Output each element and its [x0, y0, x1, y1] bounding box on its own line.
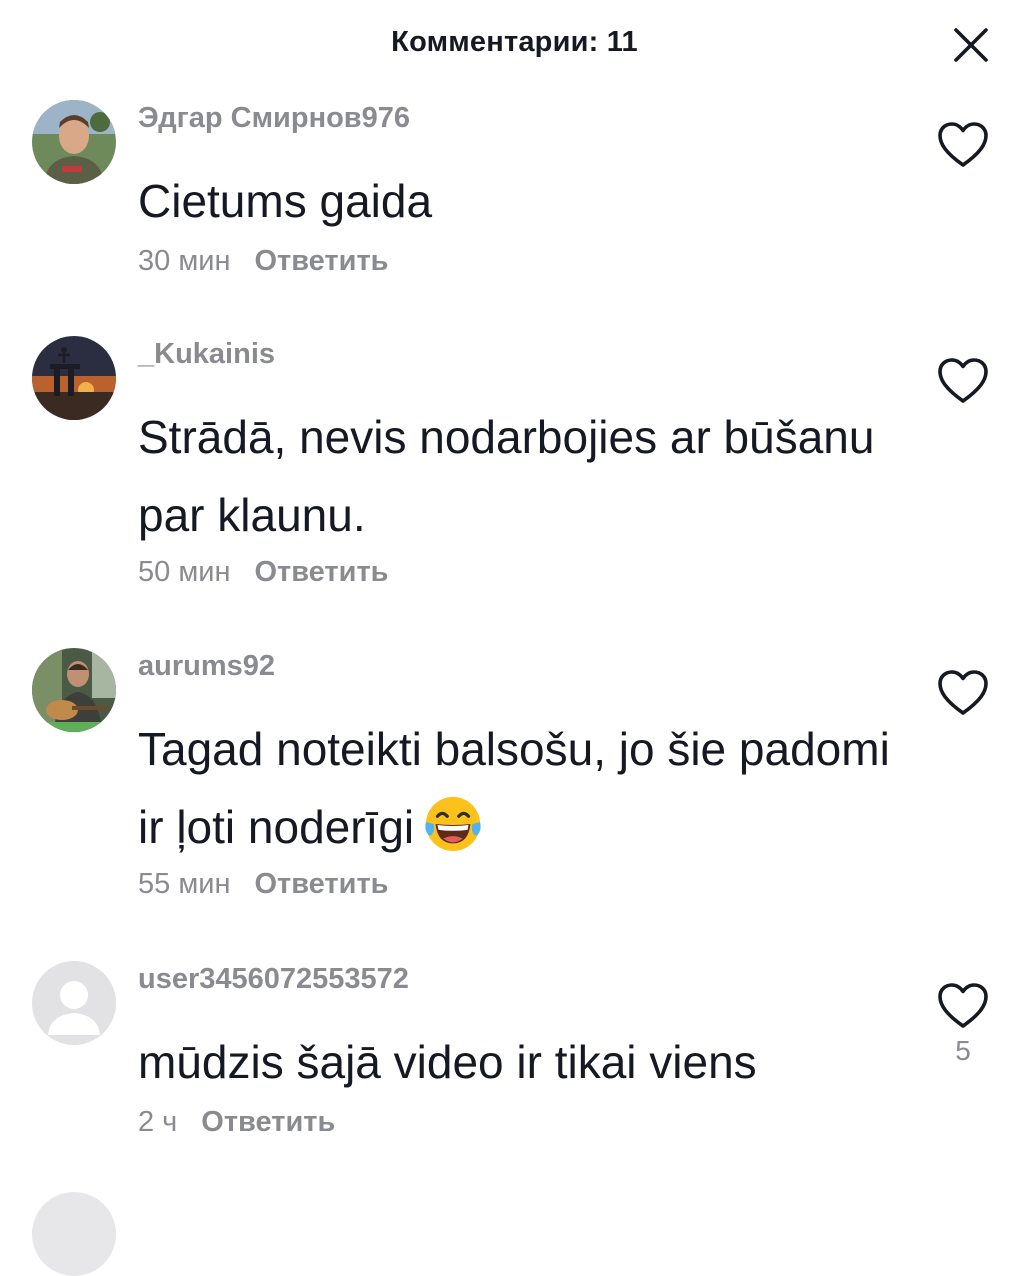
heart-icon — [938, 358, 988, 403]
face-with-tears-of-joy-icon — [425, 796, 481, 852]
comment-meta: 2 ч Ответить — [138, 1106, 335, 1139]
avatar[interactable] — [32, 100, 116, 184]
like-count: 5 — [955, 1035, 971, 1066]
reply-button[interactable]: Ответить — [254, 245, 388, 277]
comments-title: Комментарии: 11 — [391, 26, 638, 58]
heart-icon — [938, 983, 988, 1028]
comment-text: mūdzis šajā video ir tikai viens — [138, 1036, 757, 1088]
like-button[interactable] — [936, 668, 990, 718]
reply-button[interactable]: Ответить — [254, 556, 388, 588]
comment-username[interactable]: aurums92 — [138, 650, 275, 683]
reply-button[interactable]: Ответить — [254, 868, 388, 900]
like-button[interactable] — [936, 356, 990, 406]
comment-time: 50 мин — [138, 556, 231, 588]
comment-username[interactable]: Эдгар Смирнов976 — [138, 102, 410, 135]
heart-icon — [938, 122, 988, 167]
comment-time: 2 ч — [138, 1106, 178, 1138]
like-button[interactable] — [936, 981, 990, 1031]
comments-header: Комментарии: 11 — [0, 0, 1029, 90]
comment-meta: 50 мин Ответить — [138, 556, 388, 589]
comment-text-content: Tagad noteikti balsošu, jo šie padomi ir… — [138, 723, 890, 853]
close-icon[interactable] — [950, 24, 992, 66]
comment-text: Strādā, nevis nodarbojies ar būšanu par … — [138, 411, 875, 541]
comment-username[interactable]: _Kukainis — [138, 338, 275, 371]
comment-text: Tagad noteikti balsošu, jo šie padomi ir… — [138, 710, 898, 866]
avatar[interactable] — [32, 648, 116, 732]
like-button[interactable] — [936, 120, 990, 170]
comment-meta: 30 мин Ответить — [138, 245, 388, 278]
comment-text: Cietums gaida — [138, 175, 433, 227]
avatar[interactable] — [32, 1192, 116, 1276]
reply-button[interactable]: Ответить — [201, 1106, 335, 1138]
comment-meta: 55 мин Ответить — [138, 868, 388, 901]
heart-icon — [938, 670, 988, 715]
comment-time: 30 мин — [138, 245, 231, 277]
comment-time: 55 мин — [138, 868, 231, 900]
comment-username[interactable]: user3456072553572 — [138, 963, 409, 996]
avatar[interactable] — [32, 961, 116, 1045]
avatar[interactable] — [32, 336, 116, 420]
